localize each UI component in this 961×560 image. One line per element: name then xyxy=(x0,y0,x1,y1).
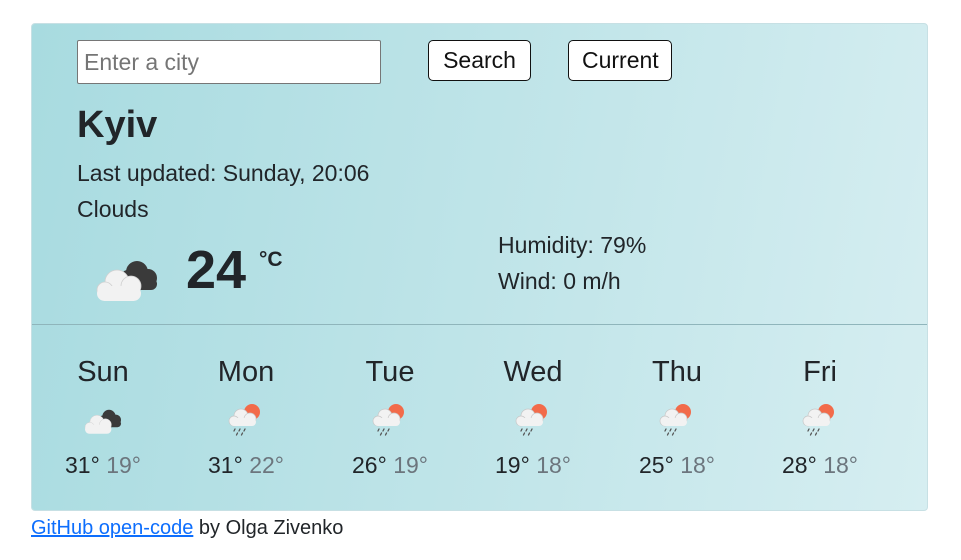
forecast-min-temp: 22° xyxy=(249,452,284,478)
forecast-max-temp: 19° xyxy=(495,452,530,478)
temperature-unit: °C xyxy=(259,248,283,271)
forecast-day-name: Wed xyxy=(503,356,563,388)
humidity: Humidity: 79% xyxy=(498,232,646,259)
forecast-day-name: Tue xyxy=(365,356,415,388)
rain-sun-icon xyxy=(509,400,557,440)
forecast-day: Wed 19° 18° xyxy=(468,354,598,479)
divider xyxy=(32,324,927,325)
github-link[interactable]: GitHub open-code xyxy=(31,517,193,539)
forecast-min-temp: 18° xyxy=(536,452,571,478)
broken-clouds-icon xyxy=(87,248,167,308)
footer: GitHub open-code by Olga Zivenko xyxy=(31,517,343,540)
wind-value: 0 m/h xyxy=(563,268,621,294)
rain-sun-icon xyxy=(222,400,270,440)
rain-sun-icon xyxy=(796,400,844,440)
forecast-day: Mon 31° 22° xyxy=(181,354,311,479)
weather-card: Search Current Kyiv Last updated: Sunday… xyxy=(31,23,928,511)
forecast-day-name: Sun xyxy=(77,356,129,388)
forecast-min-temp: 18° xyxy=(680,452,715,478)
broken-clouds-icon xyxy=(79,400,127,440)
rain-sun-icon xyxy=(366,400,414,440)
humidity-label: Humidity: xyxy=(498,232,594,258)
forecast-min-temp: 18° xyxy=(823,452,858,478)
forecast-max-temp: 31° xyxy=(65,452,100,478)
rain-sun-icon xyxy=(653,400,701,440)
forecast-day: Tue 26° 19° xyxy=(325,354,455,479)
forecast-temps: 28° 18° xyxy=(755,452,885,479)
author-credit: by Olga Zivenko xyxy=(193,517,344,539)
city-search-input[interactable] xyxy=(77,40,381,84)
current-location-button[interactable]: Current xyxy=(568,40,672,81)
city-name: Kyiv xyxy=(77,104,158,146)
forecast-day: Fri 28° 18° xyxy=(755,354,885,479)
forecast-max-temp: 28° xyxy=(782,452,817,478)
forecast-temps: 31° 22° xyxy=(181,452,311,479)
forecast-temps: 25° 18° xyxy=(612,452,742,479)
weather-description: Clouds xyxy=(77,196,149,222)
forecast-max-temp: 25° xyxy=(639,452,674,478)
forecast-min-temp: 19° xyxy=(106,452,141,478)
forecast-day: Sun 31° 19° xyxy=(38,354,168,479)
forecast-day-name: Mon xyxy=(217,356,275,388)
last-updated-label: Last updated: xyxy=(77,160,217,186)
forecast-max-temp: 26° xyxy=(352,452,387,478)
current-temperature: 24 xyxy=(186,240,247,300)
forecast-temps: 31° 19° xyxy=(38,452,168,479)
search-button[interactable]: Search xyxy=(428,40,531,81)
last-updated: Last updated: Sunday, 20:06 xyxy=(77,160,369,187)
last-updated-value: Sunday, 20:06 xyxy=(222,160,370,186)
forecast-day: Thu 25° 18° xyxy=(612,354,742,479)
forecast-temps: 19° 18° xyxy=(468,452,598,479)
humidity-value: 79% xyxy=(600,232,647,258)
wind-label: Wind: xyxy=(498,268,557,294)
forecast-day-name: Fri xyxy=(803,356,837,388)
forecast-temps: 26° 19° xyxy=(325,452,455,479)
forecast-min-temp: 19° xyxy=(393,452,428,478)
wind: Wind: 0 m/h xyxy=(498,268,621,295)
forecast-max-temp: 31° xyxy=(208,452,243,478)
forecast-day-name: Thu xyxy=(652,356,702,388)
